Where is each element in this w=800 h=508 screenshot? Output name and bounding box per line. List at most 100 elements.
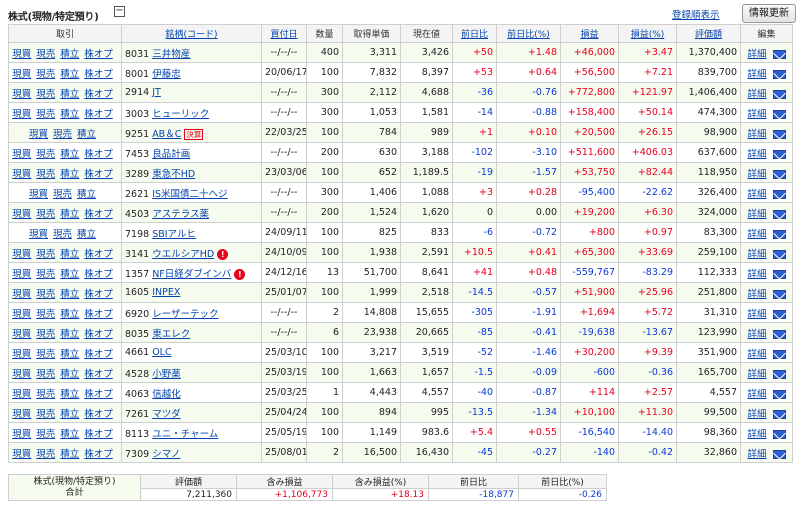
stock-name-link[interactable]: IS米国債二十ヘジ [152, 189, 227, 200]
buy-link[interactable]: 現買 [12, 89, 31, 100]
sell-link[interactable]: 現売 [36, 249, 55, 260]
mail-icon[interactable] [772, 269, 786, 279]
detail-link[interactable]: 詳細 [747, 169, 766, 180]
sell-link[interactable]: 現売 [53, 129, 72, 140]
stock-option-link[interactable]: 株オプ [84, 309, 113, 320]
sell-link[interactable]: 現売 [36, 309, 55, 320]
stock-name-link[interactable]: AB＆C [152, 129, 181, 140]
reserve-link[interactable]: 積立 [60, 149, 79, 160]
reserve-link[interactable]: 積立 [60, 249, 79, 260]
reserve-link[interactable]: 積立 [77, 129, 96, 140]
stock-option-link[interactable]: 株オプ [84, 389, 113, 400]
sell-link[interactable]: 現売 [36, 349, 55, 360]
reserve-link[interactable]: 積立 [60, 49, 79, 60]
mail-icon[interactable] [772, 429, 786, 439]
reserve-link[interactable]: 積立 [60, 209, 79, 220]
mail-icon[interactable] [772, 189, 786, 199]
detail-link[interactable]: 詳細 [747, 149, 766, 160]
stock-option-link[interactable]: 株オプ [84, 449, 113, 460]
sell-link[interactable]: 現売 [36, 449, 55, 460]
sell-link[interactable]: 現売 [36, 89, 55, 100]
buy-link[interactable]: 現買 [12, 69, 31, 80]
stock-name-link[interactable]: 伊藤忠 [152, 69, 181, 80]
sell-link[interactable]: 現売 [36, 109, 55, 120]
mail-icon[interactable] [772, 169, 786, 179]
reserve-link[interactable]: 積立 [60, 309, 79, 320]
reserve-link[interactable]: 積立 [60, 69, 79, 80]
stock-name-link[interactable]: 東急不HD [152, 169, 195, 180]
sell-link[interactable]: 現売 [53, 229, 72, 240]
buy-link[interactable]: 現買 [12, 369, 31, 380]
detail-link[interactable]: 詳細 [747, 269, 766, 280]
buy-link[interactable]: 現買 [12, 449, 31, 460]
stock-name-link[interactable]: マツダ [152, 409, 181, 420]
detail-link[interactable]: 詳細 [747, 289, 766, 300]
detail-link[interactable]: 詳細 [747, 129, 766, 140]
stock-name-link[interactable]: SBIアルヒ [152, 229, 196, 240]
buy-link[interactable]: 現買 [12, 49, 31, 60]
reserve-link[interactable]: 積立 [60, 289, 79, 300]
mail-icon[interactable] [772, 249, 786, 259]
reserve-link[interactable]: 積立 [60, 389, 79, 400]
mail-icon[interactable] [772, 329, 786, 339]
stock-option-link[interactable]: 株オプ [84, 369, 113, 380]
detail-link[interactable]: 詳細 [747, 429, 766, 440]
mail-icon[interactable] [772, 309, 786, 319]
stock-option-link[interactable]: 株オプ [84, 209, 113, 220]
mail-icon[interactable] [772, 409, 786, 419]
stock-name-link[interactable]: アステラス薬 [152, 209, 209, 220]
mail-icon[interactable] [772, 149, 786, 159]
detail-link[interactable]: 詳細 [747, 249, 766, 260]
mail-icon[interactable] [772, 369, 786, 379]
detail-link[interactable]: 詳細 [747, 89, 766, 100]
mail-icon[interactable] [772, 89, 786, 99]
mail-icon[interactable] [772, 389, 786, 399]
stock-name-link[interactable]: 信越化 [152, 389, 181, 400]
mail-icon[interactable] [772, 229, 786, 239]
reserve-link[interactable]: 積立 [60, 89, 79, 100]
stock-option-link[interactable]: 株オプ [84, 429, 113, 440]
buy-link[interactable]: 現買 [12, 249, 31, 260]
stock-option-link[interactable]: 株オプ [84, 289, 113, 300]
sell-link[interactable]: 現売 [53, 189, 72, 200]
reserve-link[interactable]: 積立 [60, 409, 79, 420]
mail-icon[interactable] [772, 49, 786, 59]
buy-link[interactable]: 現買 [12, 109, 31, 120]
stock-name-link[interactable]: ユニ・チャーム [152, 429, 218, 440]
reserve-link[interactable]: 積立 [60, 329, 79, 340]
stock-option-link[interactable]: 株オプ [84, 349, 113, 360]
stock-name-link[interactable]: 三井物産 [152, 49, 190, 60]
detail-link[interactable]: 詳細 [747, 229, 766, 240]
stock-option-link[interactable]: 株オプ [84, 329, 113, 340]
reserve-link[interactable]: 積立 [60, 429, 79, 440]
detail-link[interactable]: 詳細 [747, 369, 766, 380]
stock-option-link[interactable]: 株オプ [84, 409, 113, 420]
mail-icon[interactable] [772, 349, 786, 359]
reserve-link[interactable]: 積立 [77, 229, 96, 240]
col-header-name[interactable]: 銘柄(コード) [121, 24, 262, 43]
sell-link[interactable]: 現売 [36, 429, 55, 440]
buy-link[interactable]: 現買 [12, 349, 31, 360]
alert-icon[interactable]: ! [217, 248, 229, 260]
buy-link[interactable]: 現買 [12, 169, 31, 180]
buy-link[interactable]: 現買 [12, 329, 31, 340]
alert-icon[interactable]: ! [234, 268, 246, 280]
buy-link[interactable]: 現買 [12, 409, 31, 420]
sell-link[interactable]: 現売 [36, 69, 55, 80]
buy-link[interactable]: 現買 [12, 209, 31, 220]
mail-icon[interactable] [772, 209, 786, 219]
sell-link[interactable]: 現売 [36, 149, 55, 160]
detail-link[interactable]: 詳細 [747, 409, 766, 420]
stock-option-link[interactable]: 株オプ [84, 69, 113, 80]
stock-name-link[interactable]: JT [152, 87, 161, 98]
detail-link[interactable]: 詳細 [747, 49, 766, 60]
detail-link[interactable]: 詳細 [747, 209, 766, 220]
reserve-link[interactable]: 積立 [60, 269, 79, 280]
stock-name-link[interactable]: 小野薬 [152, 369, 181, 380]
stock-name-link[interactable]: 良品計画 [152, 149, 190, 160]
reserve-link[interactable]: 積立 [60, 109, 79, 120]
detail-link[interactable]: 詳細 [747, 329, 766, 340]
mail-icon[interactable] [772, 449, 786, 459]
stock-option-link[interactable]: 株オプ [84, 169, 113, 180]
collapse-toggle-icon[interactable]: − [114, 6, 125, 17]
